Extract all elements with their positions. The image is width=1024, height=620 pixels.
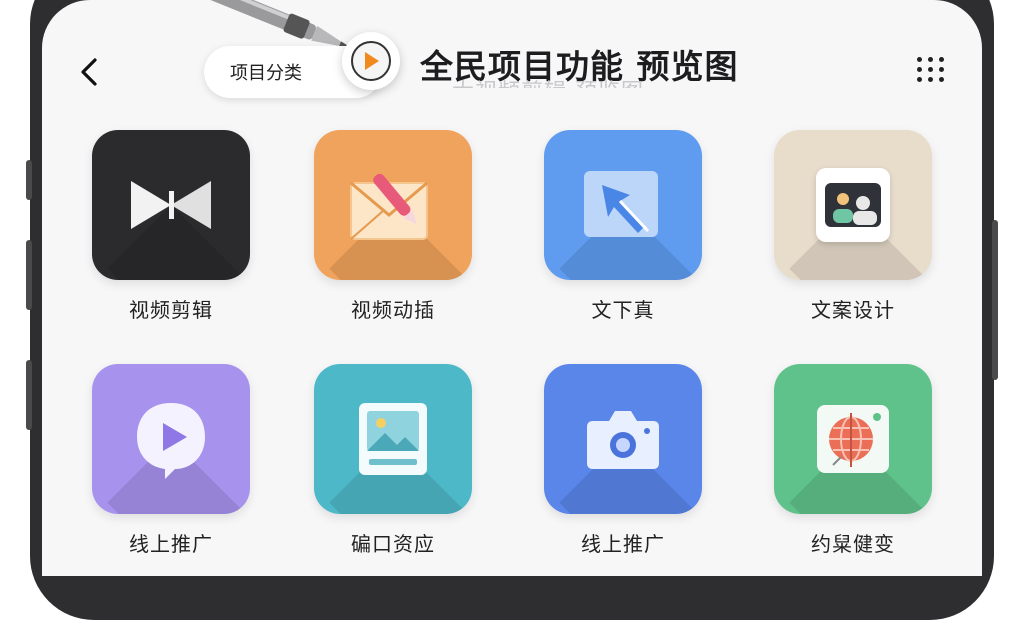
page-title-ghost: 大视频剪辑 预览图: [452, 74, 644, 88]
app-icon: [92, 130, 250, 280]
phone-side-button: [26, 360, 32, 430]
app-icon: [774, 130, 932, 280]
app-label: 文案设计: [811, 298, 895, 322]
app-label: 文下真: [591, 298, 655, 322]
grid-dots-icon: [917, 76, 922, 82]
play-icon: [351, 41, 391, 81]
photo-card-icon: [816, 168, 890, 242]
app-icon: [92, 364, 250, 514]
app-tile-text[interactable]: 文下真: [544, 130, 702, 323]
phone-side-button: [992, 220, 998, 380]
stylus-icon: [201, 0, 354, 49]
app-icon: [544, 130, 702, 280]
back-button[interactable]: [72, 52, 106, 92]
category-label: 项目分类: [230, 63, 302, 84]
cursor-arrow-icon: [584, 171, 658, 237]
app-label: 碥口资应: [351, 532, 435, 556]
app-icon: [314, 130, 472, 280]
more-menu-button[interactable]: [914, 52, 948, 86]
grid-dots-icon: [917, 66, 922, 72]
chevron-left-icon: [81, 58, 97, 86]
video-edit-icon: [131, 181, 211, 229]
app-tile-video-edit[interactable]: 视频剪辑: [92, 130, 250, 323]
grid-dots-icon: [939, 56, 944, 62]
app-label: 线上推广: [129, 532, 213, 556]
app-icon: [544, 364, 702, 514]
app-label: 视频剪辑: [129, 298, 213, 322]
app-tile-video-insert[interactable]: 视频动插: [314, 130, 472, 323]
grid-dots-icon: [917, 56, 922, 62]
grid-dots-icon: [928, 66, 933, 72]
envelope-pen-icon: [350, 173, 428, 240]
app-icon: [314, 364, 472, 514]
phone-side-button: [26, 160, 32, 200]
play-button[interactable]: [342, 32, 400, 90]
globe-card-icon: [817, 405, 889, 473]
app-tile-copywriting[interactable]: 文案设计: [774, 130, 932, 323]
app-tile-resources[interactable]: 碥口资应: [314, 364, 472, 557]
app-tile-promotion[interactable]: 线上推广: [92, 364, 250, 557]
camera-icon: [587, 411, 659, 469]
app-tile-fitness[interactable]: 约䊆健变: [774, 364, 932, 557]
grid-dots-icon: [928, 56, 933, 62]
app-icon: [774, 364, 932, 514]
play-bubble-icon: [137, 403, 205, 479]
grid-dots-icon: [939, 66, 944, 72]
phone-side-button: [26, 240, 32, 310]
picture-frame-icon: [359, 403, 427, 475]
grid-dots-icon: [928, 76, 933, 82]
grid-dots-icon: [939, 76, 944, 82]
app-label: 视频动插: [351, 298, 435, 322]
app-label: 线上推广: [581, 532, 665, 556]
app-tile-promotion-camera[interactable]: 线上推广: [544, 364, 702, 557]
app-label: 约䊆健变: [811, 532, 895, 556]
